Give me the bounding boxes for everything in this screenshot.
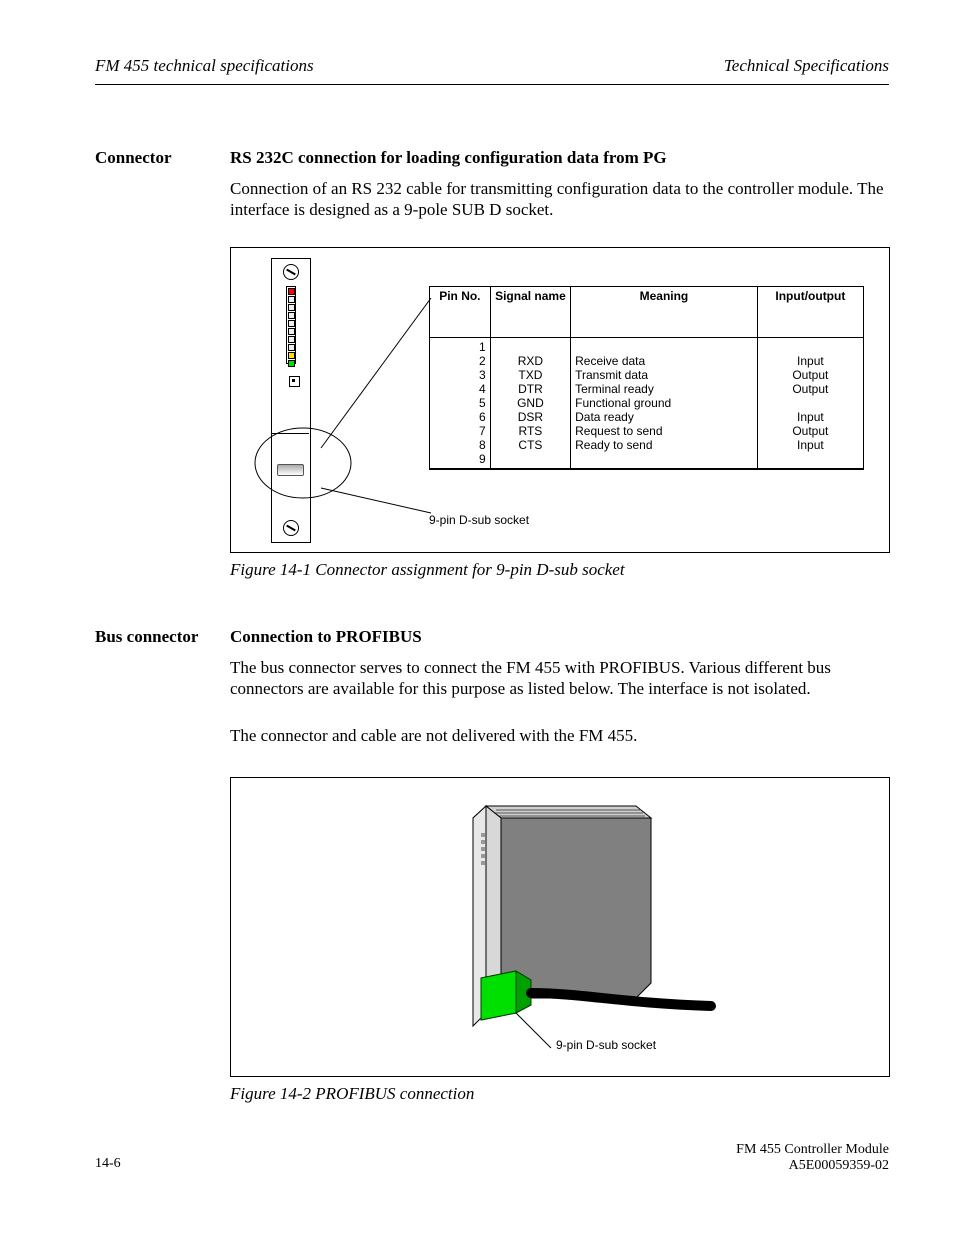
v: 1 bbox=[479, 340, 486, 354]
section-body: Connection of an RS 232 cable for transm… bbox=[230, 178, 889, 221]
th-io: Input/output bbox=[757, 287, 863, 338]
screw-top bbox=[283, 264, 299, 280]
v: DTR bbox=[518, 382, 543, 396]
v: Transmit data bbox=[575, 368, 648, 382]
led-6 bbox=[288, 328, 295, 335]
led-8 bbox=[288, 344, 295, 351]
v: 8 bbox=[479, 438, 486, 452]
v: 6 bbox=[479, 410, 486, 424]
v: Ready to send bbox=[575, 438, 652, 452]
v: TXD bbox=[518, 368, 542, 382]
v: Input bbox=[797, 354, 824, 368]
v: 3 bbox=[479, 368, 486, 382]
page: FM 455 technical specifications Technica… bbox=[0, 0, 954, 1235]
footer-page-num: 14-6 bbox=[95, 1156, 121, 1172]
screw-bottom bbox=[283, 520, 299, 536]
th-signal: Signal name bbox=[490, 287, 570, 338]
figure-1-caption: Figure 14-1 Connector assignment for 9-p… bbox=[230, 560, 625, 580]
th-pin: Pin No. bbox=[430, 287, 491, 338]
v: Functional ground bbox=[575, 396, 671, 410]
v: RTS bbox=[519, 424, 543, 438]
led-7 bbox=[288, 336, 295, 343]
footer-doc-title: FM 455 Controller Module A5E00059359-02 bbox=[736, 1142, 889, 1174]
cell-meaning: Receive data Transmit data Terminal read… bbox=[571, 338, 758, 469]
section-label: Connector bbox=[95, 148, 210, 168]
v: DSR bbox=[518, 410, 543, 424]
v: 4 bbox=[479, 382, 486, 396]
led-1 bbox=[288, 288, 295, 295]
led-strip bbox=[286, 286, 296, 364]
footer-line1: FM 455 Controller Module bbox=[736, 1142, 889, 1157]
section-title: RS 232C connection for loading configura… bbox=[230, 148, 667, 168]
running-header-left: FM 455 technical specifications bbox=[95, 56, 314, 76]
v: Request to send bbox=[575, 424, 662, 438]
cell-signal: RXD TXD DTR GND DSR RTS CTS bbox=[490, 338, 570, 469]
v: 5 bbox=[479, 396, 486, 410]
v: RXD bbox=[518, 354, 543, 368]
switch bbox=[289, 376, 300, 387]
cell-pin: 1 2 3 4 5 6 7 8 9 bbox=[430, 338, 491, 469]
v: Input bbox=[797, 410, 824, 424]
led-10 bbox=[288, 360, 295, 367]
section-title-2: Connection to PROFIBUS bbox=[230, 627, 422, 647]
th-meaning: Meaning bbox=[571, 287, 758, 338]
figure-2: 9-pin D-sub socket bbox=[230, 777, 890, 1077]
header-rule bbox=[95, 84, 889, 85]
v: 2 bbox=[479, 354, 486, 368]
v: Output bbox=[792, 424, 828, 438]
cell-io: Input Output Output Input Output Input bbox=[757, 338, 863, 469]
v: 7 bbox=[479, 424, 486, 438]
led-2 bbox=[288, 296, 295, 303]
v: Receive data bbox=[575, 354, 645, 368]
section-label-2: Bus connector bbox=[95, 627, 210, 647]
v: CTS bbox=[518, 438, 542, 452]
connector-spec-table: Pin No. Signal name Meaning Input/output… bbox=[429, 286, 864, 470]
led-5 bbox=[288, 320, 295, 327]
connector-label: 9-pin D-sub socket bbox=[556, 1038, 656, 1052]
led-4 bbox=[288, 312, 295, 319]
figure-2-caption: Figure 14-2 PROFIBUS connection bbox=[230, 1084, 474, 1104]
pin-label: 9-pin D-sub socket bbox=[429, 513, 529, 527]
isometric-module bbox=[381, 798, 761, 1068]
v: Terminal ready bbox=[575, 382, 654, 396]
footer-line2: A5E00059359-02 bbox=[789, 1158, 889, 1173]
v: Output bbox=[792, 382, 828, 396]
section-body-2: The bus connector serves to connect the … bbox=[230, 657, 889, 700]
led-3 bbox=[288, 304, 295, 311]
v: Data ready bbox=[575, 410, 634, 424]
v: Output bbox=[792, 368, 828, 382]
figure-1: Pin No. Signal name Meaning Input/output… bbox=[230, 247, 890, 553]
running-header-right: Technical Specifications bbox=[724, 56, 889, 76]
led-9 bbox=[288, 352, 295, 359]
v: 9 bbox=[479, 452, 486, 466]
v: GND bbox=[517, 396, 544, 410]
section-note-2: The connector and cable are not delivere… bbox=[230, 725, 889, 746]
v: Input bbox=[797, 438, 824, 452]
